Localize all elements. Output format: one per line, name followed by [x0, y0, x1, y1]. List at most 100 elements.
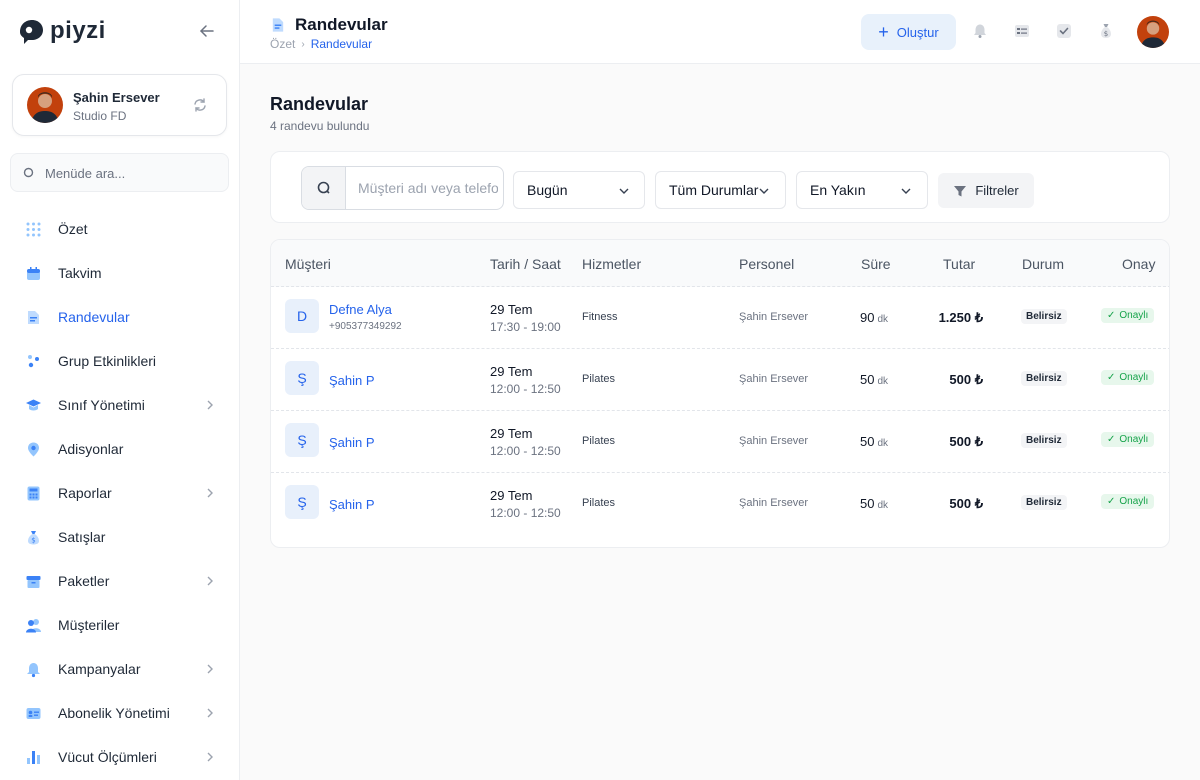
duration-value: 50 — [860, 496, 875, 511]
switch-account-icon[interactable] — [192, 97, 208, 113]
service-name: Pilates — [582, 435, 616, 447]
table-row[interactable]: Ş Şahin P 29 Tem 12:00 - 12:50 Pilates Ş… — [271, 473, 1169, 535]
sidebar-item-ozet[interactable]: Özet — [0, 207, 240, 251]
check-icon: ✓ — [1107, 434, 1116, 445]
sidebar-item-raporlar[interactable]: Raporlar — [0, 471, 240, 515]
date-filter-select[interactable]: Bugün — [513, 171, 645, 209]
sidebar-item-label: Raporlar — [58, 485, 112, 501]
sidebar-item-randevular[interactable]: Randevular — [0, 295, 240, 339]
status-badge: Belirsiz — [1021, 495, 1067, 510]
user-avatar[interactable] — [1137, 16, 1169, 48]
amount: 1.250 ₺ — [938, 310, 983, 325]
customer-name-link[interactable]: Defne Alya — [329, 302, 392, 317]
table-row[interactable]: Ş Şahin P 29 Tem 12:00 - 12:50 Pilates Ş… — [271, 349, 1169, 411]
duration-value: 50 — [860, 372, 875, 387]
checklist-icon[interactable] — [1013, 22, 1031, 40]
sidebar-item-label: Satışlar — [58, 529, 106, 545]
collapse-sidebar-icon[interactable] — [198, 22, 216, 40]
sidebar-item-grup-etkinlikleri[interactable]: Grup Etkinlikleri — [0, 339, 240, 383]
table-row[interactable]: D Defne Alya +905377349292 29 Tem 17:30 … — [271, 287, 1169, 349]
duration-value: 50 — [860, 434, 875, 449]
column-header-approval[interactable]: Onay — [1122, 256, 1155, 272]
sidebar-item-vucut-olcumleri[interactable]: Vücut Ölçümleri — [0, 735, 240, 779]
svg-text:$: $ — [31, 536, 35, 544]
sidebar-item-paketler[interactable]: Paketler — [0, 559, 240, 603]
customer-search[interactable] — [301, 166, 504, 210]
chevron-down-icon — [759, 188, 769, 194]
check-badge-icon[interactable] — [1055, 22, 1073, 40]
sidebar-item-label: Sınıf Yönetimi — [58, 397, 145, 413]
breadcrumb-link-ozet[interactable]: Özet — [270, 37, 295, 51]
column-header-duration[interactable]: Süre — [861, 256, 891, 272]
column-header-status[interactable]: Durum — [1022, 256, 1064, 272]
customer-initial-avatar: Ş — [285, 361, 319, 395]
sidebar-item-sinif-yonetimi[interactable]: Sınıf Yönetimi — [0, 383, 240, 427]
graduation-cap-icon — [26, 399, 41, 410]
approval-badge: ✓ Onaylı — [1101, 370, 1155, 385]
filters-button[interactable]: Filtreler — [938, 173, 1034, 208]
customer-name-link[interactable]: Şahin P — [329, 373, 375, 388]
page-title: Randevular — [270, 94, 369, 114]
users-icon — [26, 618, 41, 632]
table-header: Müşteri Tarih / Saat Hizmetler Personel … — [271, 240, 1169, 287]
group-icon — [28, 354, 39, 367]
customer-search-input[interactable] — [358, 177, 498, 199]
document-icon — [28, 310, 39, 324]
header-title: Randevular — [295, 15, 388, 34]
customer-name-link[interactable]: Şahin P — [329, 435, 375, 450]
chevron-right-icon — [207, 488, 213, 498]
approval-label: Onaylı — [1119, 496, 1149, 507]
column-header-customer[interactable]: Müşteri — [285, 256, 331, 272]
chevron-right-icon — [207, 576, 213, 586]
duration-unit: dk — [877, 314, 889, 325]
customer-initial-avatar: D — [285, 299, 319, 333]
sidebar-item-label: Kampanyalar — [58, 661, 141, 677]
profile-name: Şahin Ersever — [73, 90, 160, 105]
avatar — [27, 87, 63, 123]
sidebar: piyzi Şahin Ersever Studio FD Menüde ara… — [0, 0, 240, 780]
appointment-date: 29 Tem — [490, 488, 533, 503]
column-header-services[interactable]: Hizmetler — [582, 256, 641, 272]
column-header-datetime[interactable]: Tarih / Saat — [490, 256, 561, 272]
chevron-down-icon — [901, 188, 911, 194]
amount: 500 ₺ — [949, 434, 983, 449]
sort-select[interactable]: En Yakın — [796, 171, 928, 209]
table-row[interactable]: Ş Şahin P 29 Tem 12:00 - 12:50 Pilates Ş… — [271, 411, 1169, 473]
sidebar-item-satislar[interactable]: $ Satışlar — [0, 515, 240, 559]
megaphone-icon — [27, 662, 40, 677]
customer-name-link[interactable]: Şahin P — [329, 497, 375, 512]
column-header-amount[interactable]: Tutar — [943, 256, 975, 272]
sidebar-item-label: Abonelik Yönetimi — [58, 705, 170, 721]
package-icon — [26, 575, 41, 588]
create-button[interactable]: + Oluştur — [861, 14, 956, 50]
duration-unit: dk — [877, 500, 889, 511]
breadcrumb: Özet › Randevular — [270, 37, 372, 51]
sidebar-item-adisyonlar[interactable]: Adisyonlar — [0, 427, 240, 471]
profile-card[interactable]: Şahin Ersever Studio FD — [12, 74, 227, 136]
sidebar-item-kampanyalar[interactable]: Kampanyalar — [0, 647, 240, 691]
brand-logo[interactable]: piyzi — [16, 16, 106, 46]
menu-search[interactable] — [10, 153, 229, 192]
appointment-time: 12:00 - 12:50 — [490, 444, 561, 458]
staff-name: Şahin Ersever — [739, 373, 809, 385]
brand-name: piyzi — [50, 17, 106, 44]
chevron-right-icon — [207, 664, 213, 674]
approval-label: Onaylı — [1119, 434, 1149, 445]
search-icon — [23, 167, 34, 178]
appointment-date: 29 Tem — [490, 302, 533, 317]
sidebar-item-label: Adisyonlar — [58, 441, 124, 457]
sidebar-item-takvim[interactable]: Takvim — [0, 251, 240, 295]
sidebar-item-label: Özet — [58, 221, 88, 237]
money-bag-icon[interactable]: $ — [1097, 22, 1115, 40]
sidebar-item-musteriler[interactable]: Müşteriler — [0, 603, 240, 647]
column-header-staff[interactable]: Personel — [739, 256, 794, 272]
id-card-icon — [26, 707, 41, 719]
sidebar-item-abonelik-yonetimi[interactable]: Abonelik Yönetimi — [0, 691, 240, 735]
bell-icon[interactable] — [971, 22, 989, 40]
create-button-label: Oluştur — [896, 24, 939, 40]
status-badge: Belirsiz — [1021, 371, 1067, 386]
status-filter-select[interactable]: Tüm Durumlar — [655, 171, 786, 209]
menu-search-input[interactable] — [45, 162, 225, 184]
filter-bar: Bugün Tüm Durumlar En Yakın Filtreler — [270, 151, 1170, 223]
appointment-time: 12:00 - 12:50 — [490, 382, 561, 396]
